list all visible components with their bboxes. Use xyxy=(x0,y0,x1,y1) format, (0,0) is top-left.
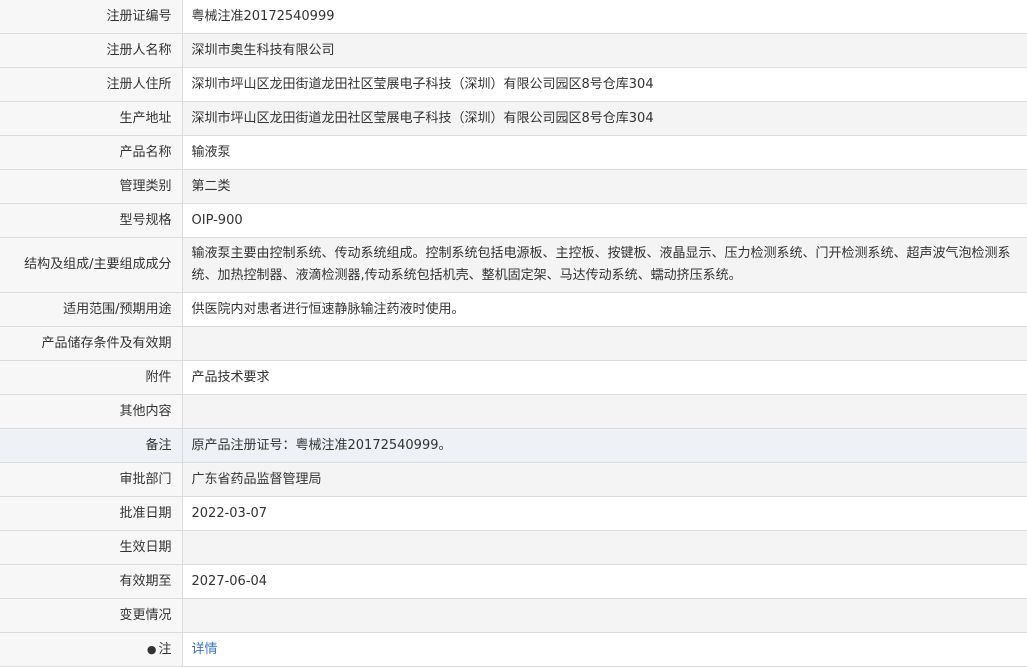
field-value xyxy=(181,530,1027,565)
row-registrant-address: 注册人住所 深圳市坪山区龙田街道龙田社区莹展电子科技（深圳）有限公司园区8号仓库… xyxy=(0,67,1027,102)
row-structure-composition: 结构及组成/主要组成成分 输液泵主要由控制系统、传动系统组成。控制系统包括电源板… xyxy=(0,237,1027,293)
field-value: 输液泵主要由控制系统、传动系统组成。控制系统包括电源板、主控板、按键板、液晶显示… xyxy=(181,237,1027,293)
field-value: 2022-03-07 xyxy=(181,496,1027,531)
field-label: 批准日期 xyxy=(0,496,183,531)
row-valid-until: 有效期至 2027-06-04 xyxy=(0,564,1027,599)
field-value: 深圳市奥生科技有限公司 xyxy=(181,33,1027,68)
field-label: 有效期至 xyxy=(0,564,183,599)
field-value: 2027-06-04 xyxy=(181,564,1027,599)
row-management-category: 管理类别 第二类 xyxy=(0,169,1027,204)
field-label: 其他内容 xyxy=(0,394,183,429)
field-label: 附件 xyxy=(0,360,183,395)
bullet-icon: ● xyxy=(146,642,157,656)
field-label: 适用范围/预期用途 xyxy=(0,292,183,327)
field-label: 产品储存条件及有效期 xyxy=(0,326,183,361)
field-value xyxy=(181,326,1027,361)
field-value: OIP-900 xyxy=(181,203,1027,238)
field-label: 变更情况 xyxy=(0,598,183,633)
field-label: 产品名称 xyxy=(0,135,183,170)
field-label: 注册证编号 xyxy=(0,0,183,34)
field-label: ● 注 xyxy=(0,632,183,667)
row-note: ● 注 详情 xyxy=(0,632,1027,667)
field-value: 深圳市坪山区龙田街道龙田社区莹展电子科技（深圳）有限公司园区8号仓库304 xyxy=(181,67,1027,102)
field-value: 输液泵 xyxy=(181,135,1027,170)
field-value: 第二类 xyxy=(181,169,1027,204)
row-registration-number: 注册证编号 粤械注准20172540999 xyxy=(0,0,1027,34)
row-remarks: 备注 原产品注册证号：粤械注准20172540999。 xyxy=(0,428,1027,463)
row-attachments: 附件 产品技术要求 xyxy=(0,360,1027,395)
field-label: 注册人住所 xyxy=(0,67,183,102)
row-effective-date: 生效日期 xyxy=(0,530,1027,565)
field-value: 广东省药品监督管理局 xyxy=(181,462,1027,497)
field-value xyxy=(181,394,1027,429)
field-value: 详情 xyxy=(181,632,1027,667)
row-other-content: 其他内容 xyxy=(0,394,1027,429)
row-approval-date: 批准日期 2022-03-07 xyxy=(0,496,1027,531)
field-label: 管理类别 xyxy=(0,169,183,204)
field-value: 原产品注册证号：粤械注准20172540999。 xyxy=(181,428,1027,463)
field-label: 备注 xyxy=(0,428,183,463)
note-label: 注 xyxy=(158,641,172,657)
field-label: 生效日期 xyxy=(0,530,183,565)
row-model-spec: 型号规格 OIP-900 xyxy=(0,203,1027,238)
row-production-address: 生产地址 深圳市坪山区龙田街道龙田社区莹展电子科技（深圳）有限公司园区8号仓库3… xyxy=(0,101,1027,136)
field-value: 粤械注准20172540999 xyxy=(181,0,1027,34)
field-value: 产品技术要求 xyxy=(181,360,1027,395)
field-label: 生产地址 xyxy=(0,101,183,136)
row-intended-use: 适用范围/预期用途 供医院内对患者进行恒速静脉输注药液时使用。 xyxy=(0,292,1027,327)
field-value xyxy=(181,598,1027,633)
row-change-status: 变更情况 xyxy=(0,598,1027,633)
field-value: 供医院内对患者进行恒速静脉输注药液时使用。 xyxy=(181,292,1027,327)
row-approval-department: 审批部门 广东省药品监督管理局 xyxy=(0,462,1027,497)
field-value: 深圳市坪山区龙田街道龙田社区莹展电子科技（深圳）有限公司园区8号仓库304 xyxy=(181,101,1027,136)
row-registrant-name: 注册人名称 深圳市奥生科技有限公司 xyxy=(0,33,1027,68)
field-label: 审批部门 xyxy=(0,462,183,497)
field-label: 型号规格 xyxy=(0,203,183,238)
registration-detail-table: 注册证编号 粤械注准20172540999 注册人名称 深圳市奥生科技有限公司 … xyxy=(0,0,1027,667)
details-link[interactable]: 详情 xyxy=(192,642,218,657)
field-label: 结构及组成/主要组成成分 xyxy=(0,237,183,293)
field-label: 注册人名称 xyxy=(0,33,183,68)
row-storage-conditions: 产品储存条件及有效期 xyxy=(0,326,1027,361)
row-product-name: 产品名称 输液泵 xyxy=(0,135,1027,170)
